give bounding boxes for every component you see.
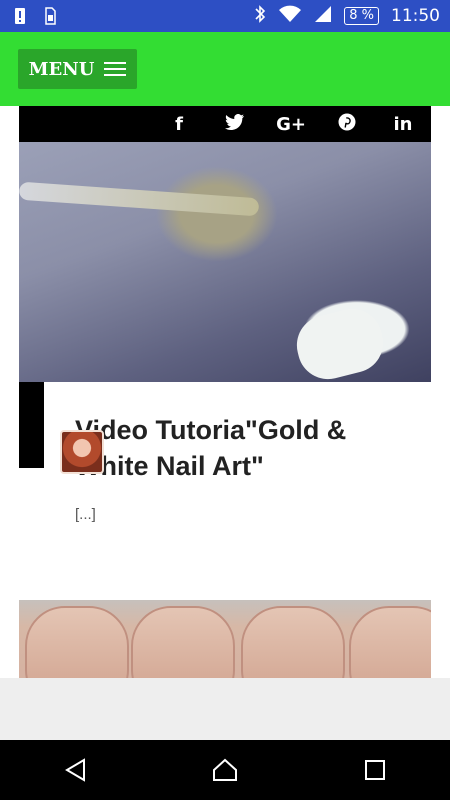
share-bar: f G+ in (19, 106, 431, 142)
signal-icon (314, 5, 332, 28)
google-plus-icon[interactable]: G+ (263, 114, 319, 135)
bottom-gray-area (0, 678, 450, 740)
white-nail (290, 302, 390, 386)
back-button[interactable] (45, 740, 105, 800)
alert-icon (14, 7, 26, 30)
menu-label: MENU (28, 58, 95, 80)
wifi-icon (278, 5, 302, 28)
finger-image (25, 606, 129, 678)
clock: 11:50 (391, 6, 440, 26)
linkedin-icon[interactable]: in (375, 114, 431, 135)
author-avatar[interactable] (60, 430, 104, 474)
back-icon (65, 758, 85, 782)
finger-image (349, 606, 431, 678)
battery-icon: 8 % (344, 7, 379, 25)
nail-polish-brush (18, 181, 260, 217)
post-excerpt: [...] (75, 506, 96, 523)
bluetooth-icon (254, 4, 266, 29)
app-bar: MENU (0, 32, 450, 106)
battery-level: 8 % (349, 8, 374, 23)
finger-image (131, 606, 235, 678)
facebook-icon[interactable]: f (151, 114, 207, 135)
menu-button[interactable]: MENU (18, 49, 137, 89)
recents-icon (365, 760, 385, 780)
twitter-icon[interactable] (207, 113, 263, 135)
sim-card-icon (44, 7, 56, 30)
post-card[interactable]: Video Tutoria"Gold & White Nail Art" [..… (44, 382, 431, 622)
navigation-bar (0, 740, 450, 800)
pinterest-icon[interactable] (319, 113, 375, 136)
post-feed[interactable]: f G+ in Video Tutoria"Gold & White Nail … (0, 106, 450, 678)
home-icon (213, 758, 237, 781)
next-post-image[interactable] (19, 600, 431, 678)
hamburger-icon (104, 62, 127, 76)
video-thumbnail[interactable] (18, 142, 431, 386)
status-bar: 8 % 11:50 (0, 0, 450, 32)
post-title[interactable]: Video Tutoria"Gold & White Nail Art" (75, 412, 415, 484)
finger-image (241, 606, 345, 678)
recents-button[interactable] (345, 740, 405, 800)
home-button[interactable] (195, 740, 255, 800)
